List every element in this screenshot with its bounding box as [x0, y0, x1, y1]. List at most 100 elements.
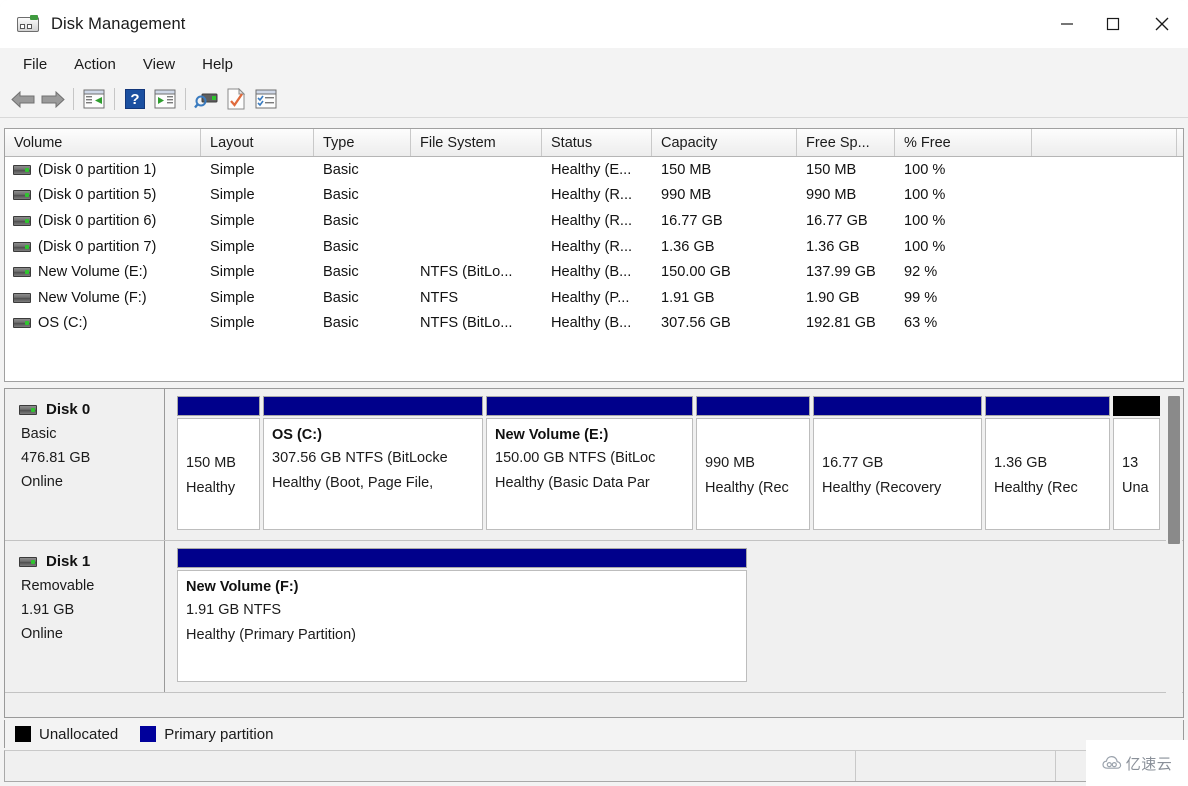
partition-block[interactable]: New Volume (E:)150.00 GB NTFS (BitLocHea…	[486, 396, 693, 534]
legend-swatch-primary-partition	[140, 726, 156, 742]
disk-info-panel[interactable]: Disk 1Removable1.91 GBOnline	[5, 541, 165, 692]
column-header-file-system[interactable]: File System	[411, 129, 542, 156]
status-cell: Healthy (R...	[542, 239, 652, 255]
partition-details: 13 Una	[1113, 418, 1160, 530]
table-row[interactable]: New Volume (E:)SimpleBasicNTFS (BitLo...…	[5, 259, 1183, 285]
partition-title: OS (C:)	[272, 427, 482, 443]
partition-block[interactable]: 13 Una	[1113, 396, 1160, 534]
menu-help[interactable]: Help	[191, 53, 244, 76]
disk-state: Online	[21, 626, 164, 642]
close-button[interactable]	[1136, 0, 1188, 48]
disk-kind: Removable	[21, 578, 164, 594]
partition-strip: New Volume (F:)1.91 GB NTFSHealthy (Prim…	[173, 541, 1183, 692]
column-header-capacity[interactable]: Capacity	[652, 129, 797, 156]
disk-drive-icon	[17, 14, 39, 34]
volume-label: (Disk 0 partition 1)	[38, 162, 156, 178]
capacity-cell: 307.56 GB	[652, 315, 797, 331]
volume-label: (Disk 0 partition 7)	[38, 239, 156, 255]
partition-status-line: Healthy	[186, 476, 259, 501]
free-space-cell: 990 MB	[797, 187, 895, 203]
percent-free-cell: 99 %	[895, 290, 1032, 306]
table-row[interactable]: (Disk 0 partition 5)SimpleBasicHealthy (…	[5, 183, 1183, 209]
primary-partition-color-bar	[263, 396, 483, 416]
disk-size: 476.81 GB	[21, 450, 164, 466]
scrollbar-thumb[interactable]	[1168, 396, 1180, 544]
volume-label: New Volume (F:)	[38, 290, 147, 306]
volume-list: Volume Layout Type File System Status Ca…	[4, 128, 1184, 382]
status-cell: Healthy (E...	[542, 162, 652, 178]
rescan-disks-icon[interactable]	[191, 85, 221, 113]
column-header-type[interactable]: Type	[314, 129, 411, 156]
properties-icon[interactable]	[221, 85, 251, 113]
layout-cell: Simple	[201, 213, 314, 229]
partition-details: New Volume (F:)1.91 GB NTFSHealthy (Prim…	[177, 570, 747, 682]
disk-title: Disk 0	[19, 401, 164, 418]
watermark: 亿速云	[1086, 740, 1188, 786]
help-icon[interactable]: ?	[120, 85, 150, 113]
graphic-pane-scrollbar[interactable]	[1166, 390, 1182, 716]
table-row[interactable]: (Disk 0 partition 7)SimpleBasicHealthy (…	[5, 234, 1183, 260]
show-action-pane-icon[interactable]	[150, 85, 180, 113]
window-controls	[1044, 0, 1188, 48]
partition-status-line: Healthy (Recovery	[822, 476, 981, 501]
file-system-cell: NTFS	[411, 290, 542, 306]
drive-icon	[13, 242, 31, 252]
partition-block[interactable]: 1.36 GBHealthy (Rec	[985, 396, 1110, 534]
percent-free-cell: 63 %	[895, 315, 1032, 331]
percent-free-cell: 92 %	[895, 264, 1032, 280]
volume-cell: New Volume (E:)	[5, 264, 201, 280]
free-space-cell: 1.90 GB	[797, 290, 895, 306]
free-space-cell: 137.99 GB	[797, 264, 895, 280]
table-row[interactable]: OS (C:)SimpleBasicNTFS (BitLo...Healthy …	[5, 311, 1183, 337]
disk-title: Disk 1	[19, 553, 164, 570]
free-space-cell: 150 MB	[797, 162, 895, 178]
column-header-percent-free[interactable]: % Free	[895, 129, 1032, 156]
menu-action[interactable]: Action	[63, 53, 127, 76]
menu-bar: File Action View Help	[0, 48, 1188, 80]
partition-details: 150 MBHealthy	[177, 418, 260, 530]
percent-free-cell: 100 %	[895, 187, 1032, 203]
maximize-button[interactable]	[1090, 0, 1136, 48]
column-header-layout[interactable]: Layout	[201, 129, 314, 156]
partition-status-line: Healthy (Basic Data Par	[495, 471, 692, 496]
partition-block[interactable]: OS (C:)307.56 GB NTFS (BitLockeHealthy (…	[263, 396, 483, 534]
menu-view[interactable]: View	[132, 53, 186, 76]
partition-block[interactable]: 150 MBHealthy	[177, 396, 260, 534]
partition-details: OS (C:)307.56 GB NTFS (BitLockeHealthy (…	[263, 418, 483, 530]
drive-icon	[13, 190, 31, 200]
free-space-cell: 192.81 GB	[797, 315, 895, 331]
column-header-volume[interactable]: Volume	[5, 129, 201, 156]
partition-details: New Volume (E:)150.00 GB NTFS (BitLocHea…	[486, 418, 693, 530]
up-one-level-icon[interactable]	[79, 85, 109, 113]
table-row[interactable]: (Disk 0 partition 1)SimpleBasicHealthy (…	[5, 157, 1183, 183]
back-arrow-icon[interactable]	[8, 85, 38, 113]
legend-label-unallocated: Unallocated	[39, 726, 118, 743]
partition-size-line: 1.91 GB NTFS	[186, 598, 746, 623]
capacity-cell: 990 MB	[652, 187, 797, 203]
forward-arrow-icon[interactable]	[38, 85, 68, 113]
column-header-blank[interactable]	[1032, 129, 1177, 156]
toolbar: ?	[0, 80, 1188, 118]
column-header-free-space[interactable]: Free Sp...	[797, 129, 895, 156]
layout-cell: Simple	[201, 290, 314, 306]
type-cell: Basic	[314, 213, 411, 229]
disk-info-panel[interactable]: Disk 0Basic476.81 GBOnline	[5, 389, 165, 540]
minimize-button[interactable]	[1044, 0, 1090, 48]
table-row[interactable]: New Volume (F:)SimpleBasicNTFSHealthy (P…	[5, 285, 1183, 311]
layout-cell: Simple	[201, 162, 314, 178]
status-cell: Healthy (B...	[542, 315, 652, 331]
disk-name: Disk 0	[46, 401, 90, 418]
primary-partition-color-bar	[696, 396, 810, 416]
show-hide-console-tree-icon[interactable]	[251, 85, 281, 113]
status-cell: Healthy (P...	[542, 290, 652, 306]
table-row[interactable]: (Disk 0 partition 6)SimpleBasicHealthy (…	[5, 208, 1183, 234]
layout-cell: Simple	[201, 264, 314, 280]
menu-file[interactable]: File	[12, 53, 58, 76]
capacity-cell: 1.91 GB	[652, 290, 797, 306]
partition-block[interactable]: 990 MBHealthy (Rec	[696, 396, 810, 534]
partition-title: New Volume (E:)	[495, 427, 692, 443]
disk-management-window: Disk Management File Action View Help	[0, 0, 1188, 786]
partition-block[interactable]: 16.77 GBHealthy (Recovery	[813, 396, 982, 534]
column-header-status[interactable]: Status	[542, 129, 652, 156]
partition-block[interactable]: New Volume (F:)1.91 GB NTFSHealthy (Prim…	[177, 548, 747, 686]
